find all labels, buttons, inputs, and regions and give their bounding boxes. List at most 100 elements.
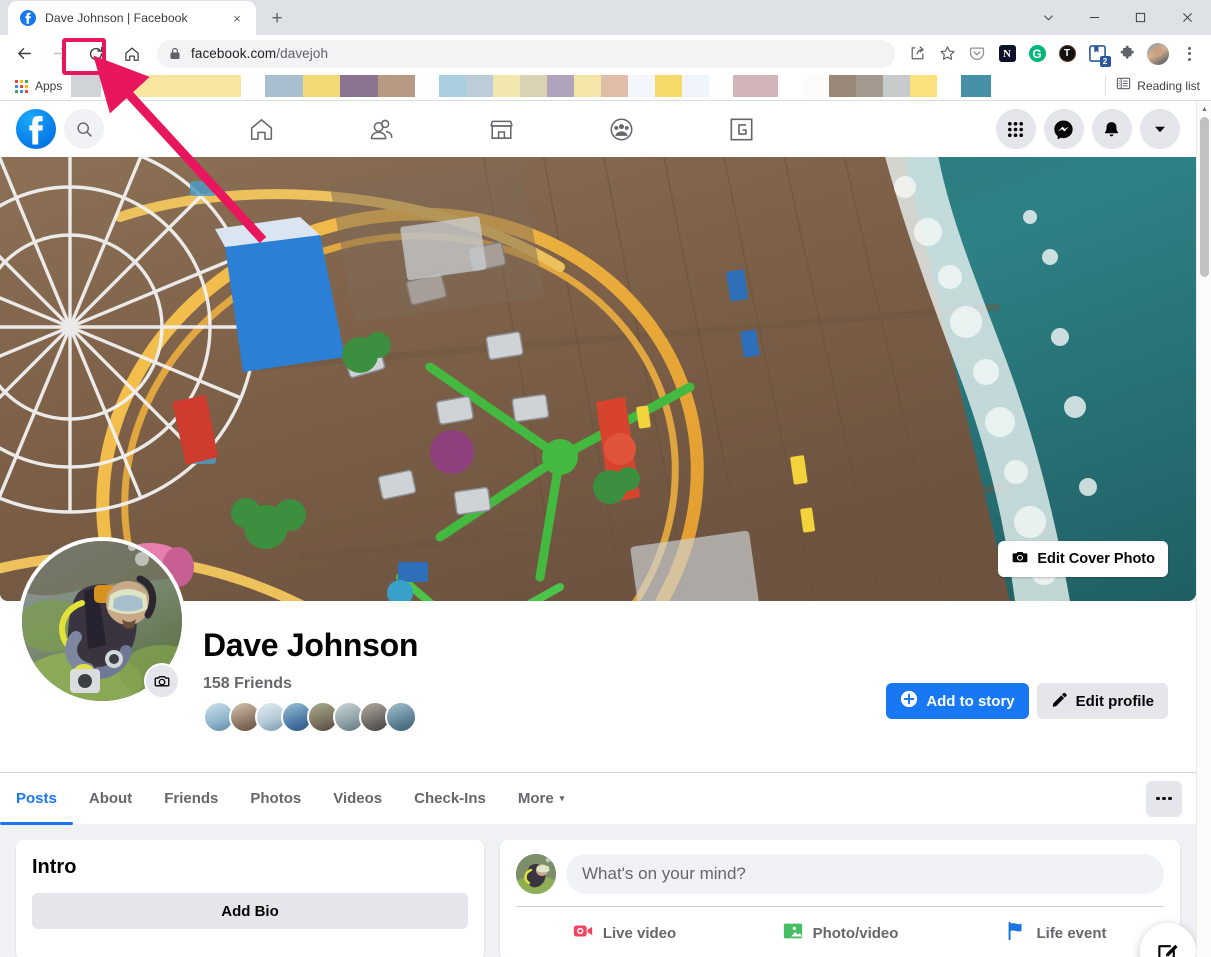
tab-friends[interactable]: Friends — [148, 773, 234, 825]
cover-photo[interactable]: Edit Cover Photo — [0, 157, 1196, 601]
notion-extension-icon[interactable]: N — [993, 40, 1021, 68]
page-scrollbar[interactable]: ▲ — [1196, 101, 1211, 957]
todoist-extension-icon[interactable]: T — [1053, 40, 1081, 68]
maximize-icon[interactable] — [1117, 2, 1163, 34]
facebook-main-nav — [201, 105, 801, 153]
facebook-right-actions — [995, 109, 1180, 149]
camera-icon — [1011, 548, 1029, 570]
url-text: facebook.com/davejoh — [191, 46, 329, 61]
scroll-up-arrow[interactable]: ▲ — [1197, 101, 1211, 117]
tab-photos[interactable]: Photos — [234, 773, 317, 825]
edit-cover-photo-button[interactable]: Edit Cover Photo — [998, 541, 1168, 577]
tab-strip: Dave Johnson | Facebook × + — [0, 0, 1211, 35]
bookmark-swatch — [601, 75, 629, 97]
life-event-button[interactable]: Life event — [948, 913, 1164, 953]
edit-profile-button[interactable]: Edit profile — [1036, 683, 1168, 719]
live-video-button[interactable]: Live video — [516, 913, 732, 953]
page-title: Dave Johnson — [203, 627, 419, 663]
bookmark-swatch — [493, 75, 521, 97]
browser-tab[interactable]: Dave Johnson | Facebook × — [8, 1, 256, 35]
bookmark-swatch — [883, 75, 911, 97]
grammarly-letter: G — [1028, 45, 1046, 62]
composer-top-row: What's on your mind? — [516, 854, 1164, 894]
microsoft-todo-extension-icon[interactable]: 2 — [1083, 40, 1111, 68]
minimize-icon[interactable] — [1071, 2, 1117, 34]
nav-friends[interactable] — [321, 105, 441, 153]
facebook-logo-icon[interactable] — [16, 109, 56, 149]
reading-list-label: Reading list — [1137, 79, 1200, 93]
divider — [516, 906, 1164, 907]
bookmark-item[interactable] — [733, 75, 779, 97]
tab-label: Photos — [250, 790, 302, 807]
profile-avatar-icon[interactable] — [1147, 42, 1169, 65]
profile-more-options-button[interactable] — [1146, 780, 1182, 817]
avatar[interactable] — [516, 854, 556, 894]
post-composer-input[interactable]: What's on your mind? — [566, 854, 1164, 894]
nav-groups[interactable] — [561, 105, 681, 153]
bookmark-item[interactable] — [961, 75, 992, 97]
live-video-icon — [572, 920, 594, 946]
bookmark-star-icon[interactable] — [933, 40, 961, 68]
close-icon[interactable]: × — [228, 9, 246, 27]
bookmark-item[interactable] — [71, 75, 102, 97]
bookmark-item[interactable] — [802, 75, 938, 97]
add-to-story-label: Add to story — [926, 692, 1015, 710]
profile-picture-wrap[interactable] — [18, 537, 186, 705]
browser-window: Dave Johnson | Facebook × + facebook.com… — [0, 0, 1211, 957]
bookmark-swatch — [733, 75, 779, 97]
bookmark-swatch — [340, 75, 378, 97]
composer-placeholder: What's on your mind? — [582, 864, 746, 883]
share-icon[interactable] — [903, 40, 931, 68]
address-bar[interactable]: facebook.com/davejoh — [157, 39, 895, 68]
tab-videos[interactable]: Videos — [317, 773, 398, 825]
nav-home[interactable] — [201, 105, 321, 153]
grammarly-extension-icon[interactable]: G — [1023, 40, 1051, 68]
home-icon[interactable] — [117, 39, 147, 69]
back-icon[interactable] — [9, 39, 39, 69]
account-chevron-down-icon[interactable] — [1139, 109, 1180, 149]
nav-gaming[interactable] — [681, 105, 801, 153]
search-icon[interactable] — [64, 109, 104, 149]
tab-posts[interactable]: Posts — [0, 773, 73, 825]
reading-list-button[interactable]: Reading list — [1105, 76, 1209, 96]
chevron-down-icon[interactable] — [1025, 2, 1071, 34]
bookmark-swatch — [802, 75, 830, 97]
bookmark-item[interactable] — [125, 75, 242, 97]
chrome-menu-kebab-icon[interactable] — [1175, 40, 1203, 68]
tab-more[interactable]: More ▾ — [502, 773, 580, 825]
extensions-puzzle-icon[interactable] — [1113, 40, 1141, 68]
bookmark-swatch — [377, 75, 416, 97]
todoist-letter: T — [1058, 45, 1076, 62]
add-bio-button[interactable]: Add Bio — [32, 893, 468, 929]
edit-profile-picture-button[interactable] — [144, 663, 180, 699]
tab-check-ins[interactable]: Check-Ins — [398, 773, 502, 825]
menu-grid-icon[interactable] — [995, 109, 1036, 149]
bookmark-swatch — [466, 75, 494, 97]
tab-label: Friends — [164, 790, 219, 807]
new-tab-button[interactable]: + — [263, 4, 291, 32]
window-close-icon[interactable] — [1163, 2, 1211, 34]
avatar[interactable] — [385, 701, 417, 733]
friends-count[interactable]: 158 Friends — [203, 675, 292, 693]
reload-icon[interactable] — [81, 39, 111, 69]
apps-bookmark-button[interactable]: Apps — [8, 79, 69, 93]
pocket-icon[interactable] — [963, 40, 991, 68]
add-to-story-button[interactable]: Add to story — [886, 683, 1029, 719]
forward-icon[interactable] — [45, 39, 75, 69]
reading-list-icon — [1116, 76, 1131, 96]
apps-label: Apps — [35, 79, 63, 93]
messenger-icon[interactable] — [1043, 109, 1084, 149]
edit-cover-photo-label: Edit Cover Photo — [1037, 551, 1155, 567]
friend-avatars[interactable] — [203, 701, 417, 733]
bookmark-item[interactable] — [265, 75, 416, 97]
blurred-bookmarks[interactable] — [71, 75, 1105, 97]
photo-video-button[interactable]: Photo/video — [732, 913, 948, 953]
notifications-bell-icon[interactable] — [1091, 109, 1132, 149]
tab-about[interactable]: About — [73, 773, 148, 825]
live-video-label: Live video — [602, 924, 677, 942]
add-bio-label: Add Bio — [221, 902, 279, 920]
bookmark-item[interactable] — [439, 75, 710, 97]
scrollbar-thumb[interactable] — [1200, 117, 1209, 277]
nav-marketplace[interactable] — [441, 105, 561, 153]
composer-avatar-image — [516, 854, 556, 894]
